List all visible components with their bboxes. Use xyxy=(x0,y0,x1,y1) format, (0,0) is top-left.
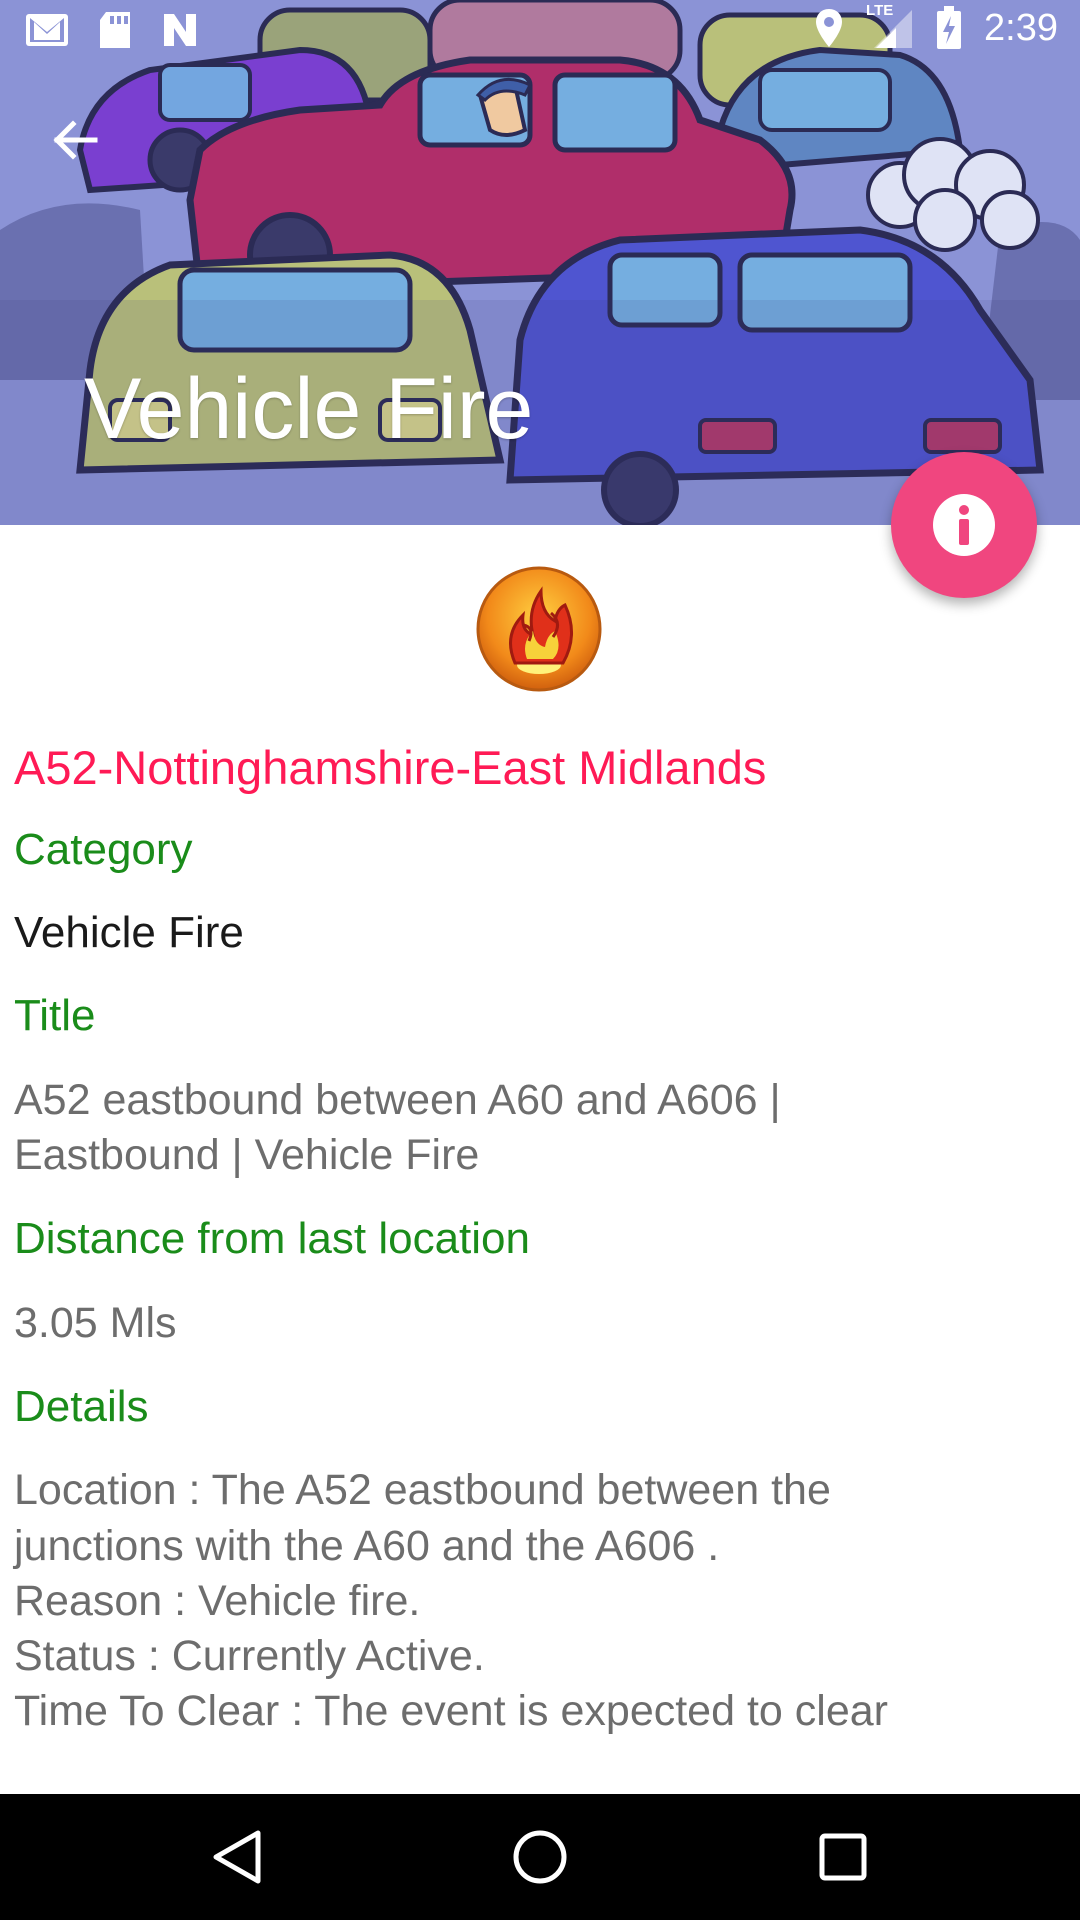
system-nav-bar xyxy=(0,1794,1080,1920)
nav-back-button[interactable] xyxy=(200,1820,274,1894)
home-circle-icon xyxy=(513,1830,567,1884)
category-label: Category xyxy=(14,825,193,875)
status-bar: LTE 2:39 xyxy=(0,0,1080,63)
status-left-icons xyxy=(24,10,200,50)
header-image: LTE 2:39 Vehicle Fire xyxy=(0,0,1080,525)
details-value: Location : The A52 eastbound between the… xyxy=(14,1466,888,1735)
location-icon xyxy=(816,9,843,47)
screen: LTE 2:39 Vehicle Fire A52-Nottinghamshir… xyxy=(0,0,1080,1920)
distance-value: 3.05 Mls xyxy=(14,1298,177,1347)
details-label: Details xyxy=(14,1381,149,1431)
road-title: A52-Nottinghamshire-East Midlands xyxy=(14,741,767,794)
event-details: A52-Nottinghamshire-East Midlands Catego… xyxy=(14,740,1066,1739)
distance-label: Distance from last location xyxy=(14,1213,530,1263)
status-time: 2:39 xyxy=(984,6,1058,49)
info-fab-button[interactable] xyxy=(891,452,1037,598)
nav-recents-button[interactable] xyxy=(806,1820,880,1894)
info-icon xyxy=(933,494,995,556)
n-icon xyxy=(164,14,196,46)
title-label: Title xyxy=(14,990,96,1040)
page-title: Vehicle Fire xyxy=(84,361,534,457)
arrow-back-icon xyxy=(53,120,98,160)
fire-icon xyxy=(476,566,602,692)
category-value: Vehicle Fire xyxy=(14,908,244,958)
battery-charging-icon xyxy=(937,6,962,49)
back-triangle-icon xyxy=(213,1830,261,1884)
nav-home-button[interactable] xyxy=(503,1820,577,1894)
recents-square-icon xyxy=(819,1833,867,1881)
gmail-icon xyxy=(26,14,68,46)
sd-card-icon xyxy=(100,12,130,48)
lte-signal-icon: LTE xyxy=(866,2,914,50)
back-button[interactable] xyxy=(40,105,110,175)
network-type-label: LTE xyxy=(866,2,894,19)
status-right-icons: LTE 2:39 xyxy=(814,2,1058,50)
title-value: A52 eastbound between A60 and A606 | Eas… xyxy=(14,1075,781,1179)
